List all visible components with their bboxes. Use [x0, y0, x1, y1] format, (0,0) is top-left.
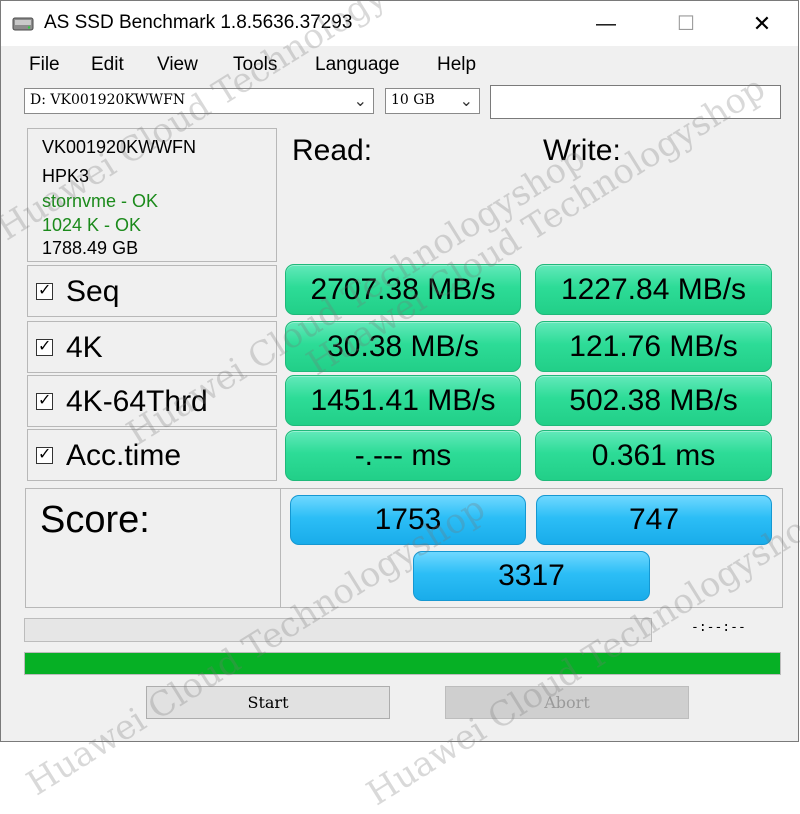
minimize-button[interactable]: —: [591, 9, 621, 39]
drive-select-value: D: VK001920KWWFN: [30, 92, 186, 108]
read-score: 1753: [290, 495, 526, 545]
close-button[interactable]: ✕: [747, 9, 777, 39]
checkmark-icon: ✓: [38, 392, 52, 409]
menu-tools[interactable]: Tools: [233, 54, 277, 76]
menu-help[interactable]: Help: [437, 54, 476, 76]
drive-firmware: HPK3: [42, 166, 90, 186]
write-score: 747: [536, 495, 772, 545]
score-divider: [280, 489, 281, 607]
4k-write-result: 121.76 MB/s: [535, 321, 772, 372]
4k-64thrd-checkbox[interactable]: ✓: [36, 392, 53, 410]
menu-file[interactable]: File: [29, 54, 60, 76]
acc-time-checkbox[interactable]: ✓: [36, 446, 53, 464]
seq-label: Seq: [66, 275, 120, 308]
total-score: 3317: [413, 551, 650, 601]
drive-capacity: 1788.49 GB: [42, 238, 139, 258]
seq-checkbox[interactable]: ✓: [36, 282, 53, 300]
overall-progress-bar: [24, 652, 781, 675]
elapsed-timer: -:--:--: [691, 620, 746, 635]
test-row-seq: ✓ Seq: [27, 265, 277, 317]
seq-read-result: 2707.38 MB/s: [285, 264, 521, 315]
drive-model: VK001920KWWFN: [42, 137, 197, 157]
maximize-button[interactable]: ☐: [671, 9, 701, 39]
4k-label: 4K: [66, 331, 103, 364]
menu-language[interactable]: Language: [315, 54, 400, 76]
checkmark-icon: ✓: [38, 446, 52, 463]
test-row-4k-64thrd: ✓ 4K-64Thrd: [27, 375, 277, 427]
drive-select[interactable]: D: VK001920KWWFN ⌄: [24, 88, 374, 114]
4k-64thrd-write-result: 502.38 MB/s: [535, 375, 772, 426]
status-textbox[interactable]: [490, 85, 781, 119]
title-bar: AS SSD Benchmark 1.8.5636.37293 — ☐ ✕: [1, 1, 798, 46]
test-progress-bar: [24, 618, 652, 642]
chevron-down-icon: ⌄: [459, 93, 473, 110]
test-row-acc-time: ✓ Acc.time: [27, 429, 277, 481]
drive-info-panel: VK001920KWWFN HPK3 stornvme - OK 1024 K …: [27, 128, 277, 262]
score-label: Score:: [40, 499, 150, 541]
menu-edit[interactable]: Edit: [91, 54, 124, 76]
size-select-value: 10 GB: [391, 92, 435, 108]
seq-write-result: 1227.84 MB/s: [535, 264, 772, 315]
overall-progress-fill: [25, 653, 780, 674]
test-row-4k: ✓ 4K: [27, 321, 277, 373]
size-select[interactable]: 10 GB ⌄: [385, 88, 480, 114]
read-header: Read:: [292, 134, 373, 167]
checkmark-icon: ✓: [38, 282, 52, 299]
4k-64thrd-label: 4K-64Thrd: [66, 385, 208, 418]
menu-view[interactable]: View: [157, 54, 198, 76]
4k-checkbox[interactable]: ✓: [36, 338, 53, 356]
write-header: Write:: [543, 134, 621, 167]
app-window: AS SSD Benchmark 1.8.5636.37293 — ☐ ✕ Fi…: [0, 0, 799, 742]
start-button[interactable]: Start: [146, 686, 390, 719]
drive-driver-status: stornvme - OK: [42, 191, 159, 211]
acc-time-label: Acc.time: [66, 439, 182, 472]
disk-drive-icon: [12, 17, 34, 31]
abort-button[interactable]: Abort: [445, 686, 689, 719]
4k-64thrd-read-result: 1451.41 MB/s: [285, 375, 521, 426]
4k-read-result: 30.38 MB/s: [285, 321, 521, 372]
drive-alignment-status: 1024 K - OK: [42, 215, 142, 235]
acc-time-write-result: 0.361 ms: [535, 430, 772, 481]
acc-time-read-result: -.--- ms: [285, 430, 521, 481]
checkmark-icon: ✓: [38, 338, 52, 355]
menu-bar: File Edit View Tools Language Help: [1, 46, 798, 84]
chevron-down-icon: ⌄: [353, 93, 367, 110]
window-title: AS SSD Benchmark 1.8.5636.37293: [44, 12, 353, 33]
